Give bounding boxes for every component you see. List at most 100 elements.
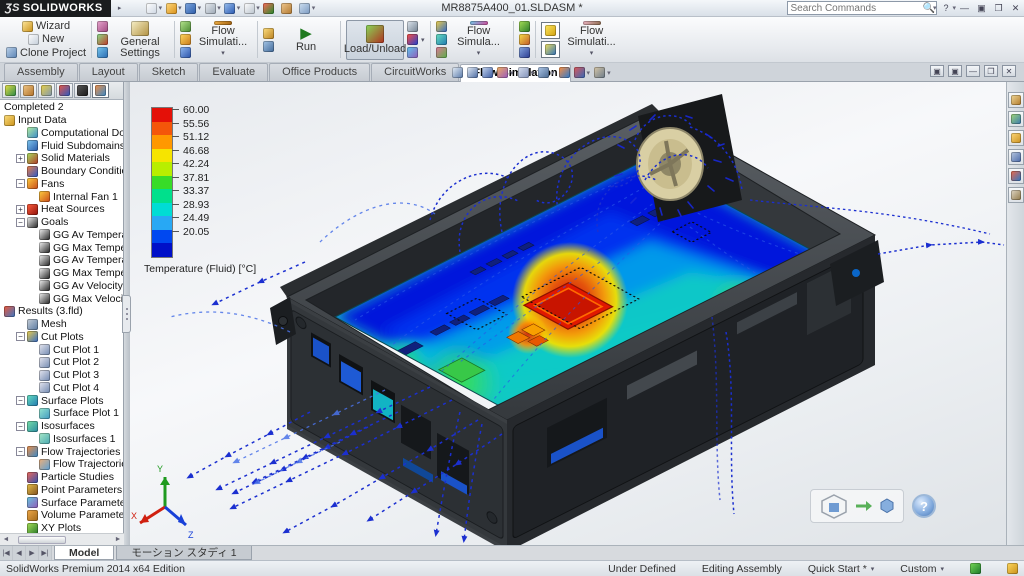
tab-configurationmanager[interactable] bbox=[38, 83, 55, 98]
command-tab-evaluate[interactable]: Evaluate bbox=[199, 63, 268, 81]
tree-item-surface-parameters[interactable]: Surface Parameters bbox=[0, 496, 123, 509]
tree-expander[interactable]: − bbox=[16, 218, 25, 227]
tree-item-gg-av-temperature-so[interactable]: GG Av Temperature (So bbox=[0, 254, 123, 267]
command-tab-layout[interactable]: Layout bbox=[79, 63, 138, 81]
motion-study-tab[interactable]: モーション スタディ 1 bbox=[116, 546, 251, 560]
tree-item-heat-sources[interactable]: +Heat Sources bbox=[0, 203, 123, 216]
tree-item-isosurfaces[interactable]: −Isosurfaces bbox=[0, 420, 123, 433]
options-icon[interactable] bbox=[278, 1, 296, 16]
file-explorer-tab-button[interactable] bbox=[1008, 149, 1024, 165]
load-unload-button[interactable]: Load/Unload bbox=[346, 20, 404, 60]
units-icon[interactable] bbox=[97, 21, 108, 32]
doc-restore-button[interactable]: ❐ bbox=[984, 65, 998, 77]
report-ribbon-icon[interactable] bbox=[519, 47, 530, 58]
zoom-fit-icon[interactable] bbox=[452, 67, 463, 78]
doc-tile-button[interactable]: ▣ bbox=[948, 65, 962, 77]
scroll-left-arrow[interactable]: ◄ bbox=[0, 535, 12, 545]
display-parameters-icon[interactable] bbox=[407, 47, 418, 58]
lighting-toggle-button[interactable] bbox=[541, 22, 560, 39]
tab-last-button[interactable]: ▶| bbox=[39, 546, 52, 560]
zoom-transition-widget[interactable] bbox=[810, 489, 904, 523]
tab-propertymanager[interactable] bbox=[20, 83, 37, 98]
tree-item-xy-plots[interactable]: XY Plots bbox=[0, 522, 123, 533]
edit-appearance-icon[interactable] bbox=[559, 67, 570, 78]
tree-item-cut-plots[interactable]: −Cut Plots bbox=[0, 331, 123, 344]
tree-item-flow-trajectories[interactable]: −Flow Trajectories bbox=[0, 445, 123, 458]
tab-first-button[interactable]: |◀ bbox=[0, 546, 13, 560]
graphics-area[interactable]: Y X Z 60.0055.5651.1246.6842.2437.8133.3… bbox=[130, 82, 1006, 545]
tree-expander[interactable]: − bbox=[16, 179, 25, 188]
component-control-icon[interactable] bbox=[97, 47, 108, 58]
panel-flyout-handle[interactable] bbox=[122, 295, 131, 333]
tree-item-fluid-subdomains[interactable]: Fluid Subdomains bbox=[0, 139, 123, 152]
tag-icon[interactable] bbox=[1007, 563, 1018, 574]
minimize-button[interactable]: — bbox=[956, 1, 973, 15]
tree-item-cut-plot-4[interactable]: Cut Plot 4 bbox=[0, 382, 123, 395]
xy-plot-ribbon-icon[interactable] bbox=[519, 21, 530, 32]
solidworks-logo[interactable]: ƷS SOLIDWORKS bbox=[0, 0, 111, 17]
scale-plot-icon[interactable] bbox=[407, 34, 418, 45]
custom-properties-tab-button[interactable] bbox=[1008, 187, 1024, 203]
tree-item-cut-plot-1[interactable]: Cut Plot 1 bbox=[0, 343, 123, 356]
close-button[interactable]: ✕ bbox=[1007, 1, 1024, 15]
tree-item-volume-parameters[interactable]: Volume Parameters bbox=[0, 509, 123, 522]
tree-expander[interactable]: + bbox=[16, 205, 25, 214]
tree-item-particle-studies[interactable]: Particle Studies bbox=[0, 471, 123, 484]
doc-close-button[interactable]: ✕ bbox=[1002, 65, 1016, 77]
resources-tab-button[interactable] bbox=[1008, 111, 1024, 127]
tree-item-gg-max-temperature[interactable]: GG Max Temperature ( bbox=[0, 241, 123, 254]
tree-item-goals[interactable]: −Goals bbox=[0, 216, 123, 229]
zoom-area-icon[interactable] bbox=[467, 67, 478, 78]
command-tab-assembly[interactable]: Assembly bbox=[4, 63, 78, 81]
fan-condition-icon[interactable] bbox=[180, 34, 191, 45]
goal-plot-ribbon-icon[interactable] bbox=[519, 34, 530, 45]
tree-item-computational-domain[interactable]: Computational Domain bbox=[0, 127, 123, 140]
tree-item-mesh[interactable]: Mesh bbox=[0, 318, 123, 331]
tree-expander[interactable]: + bbox=[16, 154, 25, 163]
restore-button[interactable]: ▣ bbox=[973, 1, 990, 15]
general-settings-button[interactable]: General Settings bbox=[111, 20, 169, 60]
menu-expand-arrow[interactable]: ▸ bbox=[111, 1, 129, 16]
tree-item-surface-plot-1[interactable]: Surface Plot 1 bbox=[0, 407, 123, 420]
batch-run-icon[interactable] bbox=[263, 41, 274, 52]
custom-menu[interactable]: Custom▾ bbox=[900, 563, 944, 575]
run-button[interactable]: ▶ Run bbox=[277, 20, 335, 60]
appearances-tab-button[interactable] bbox=[1008, 168, 1024, 184]
surface-plot-ribbon-icon[interactable] bbox=[436, 34, 447, 45]
tree-item-point-parameters[interactable]: Point Parameters bbox=[0, 484, 123, 497]
tree-item-completed-2[interactable]: Completed 2 bbox=[0, 101, 123, 114]
wizard-button[interactable]: Wizard bbox=[22, 20, 70, 32]
results-summary-icon[interactable] bbox=[407, 21, 418, 32]
display-style-icon[interactable] bbox=[518, 67, 529, 78]
doc-minimize-button[interactable]: — bbox=[966, 65, 980, 77]
command-tab-circuitworks[interactable]: CircuitWorks bbox=[371, 63, 459, 81]
tree-item-gg-av-velocity-1[interactable]: GG Av Velocity 1 bbox=[0, 280, 123, 293]
tab-featuremanager[interactable] bbox=[2, 83, 19, 98]
apply-scene-icon[interactable] bbox=[574, 67, 585, 78]
tree-item-results-3-fld[interactable]: Results (3.fld) bbox=[0, 305, 123, 318]
search-dropdown-caret[interactable]: ▾ bbox=[933, 4, 937, 12]
doc-newwindow-button[interactable]: ▣ bbox=[930, 65, 944, 77]
tab-prev-button[interactable]: ◀ bbox=[13, 546, 26, 560]
tree-item-flow-trajectories-1[interactable]: Flow Trajectories 1 bbox=[0, 458, 123, 471]
tree-item-isosurfaces-1[interactable]: Isosurfaces 1 bbox=[0, 433, 123, 446]
tab-next-button[interactable]: ▶ bbox=[26, 546, 39, 560]
scroll-thumb[interactable] bbox=[18, 536, 66, 544]
appearance-toggle-button[interactable] bbox=[541, 41, 560, 58]
tab-flow-simulation-tree[interactable] bbox=[92, 83, 109, 98]
flow-plots-button[interactable]: Flow Simula...▾ bbox=[450, 20, 508, 60]
scroll-right-arrow[interactable]: ► bbox=[112, 535, 124, 545]
tree-item-input-data[interactable]: Input Data bbox=[0, 114, 123, 127]
tree-expander[interactable]: − bbox=[16, 332, 25, 341]
flow-simulation-features-button[interactable]: Flow Simulati...▾ bbox=[194, 20, 252, 60]
tree-item-gg-av-temperature-fl[interactable]: GG Av Temperature (Fl bbox=[0, 229, 123, 242]
solve-settings-icon[interactable] bbox=[263, 28, 274, 39]
quick-help-button[interactable]: ? bbox=[912, 494, 936, 518]
tree-item-fans[interactable]: −Fans bbox=[0, 178, 123, 191]
quick-start-menu[interactable]: Quick Start *▾ bbox=[808, 563, 874, 575]
clone-project-button[interactable]: Clone Project bbox=[6, 47, 86, 59]
search-commands-box[interactable]: 🔍 ▾ bbox=[787, 1, 937, 15]
design-library-tab-button[interactable] bbox=[1008, 130, 1024, 146]
tree-item-cut-plot-2[interactable]: Cut Plot 2 bbox=[0, 356, 123, 369]
cut-plot-ribbon-icon[interactable] bbox=[436, 21, 447, 32]
